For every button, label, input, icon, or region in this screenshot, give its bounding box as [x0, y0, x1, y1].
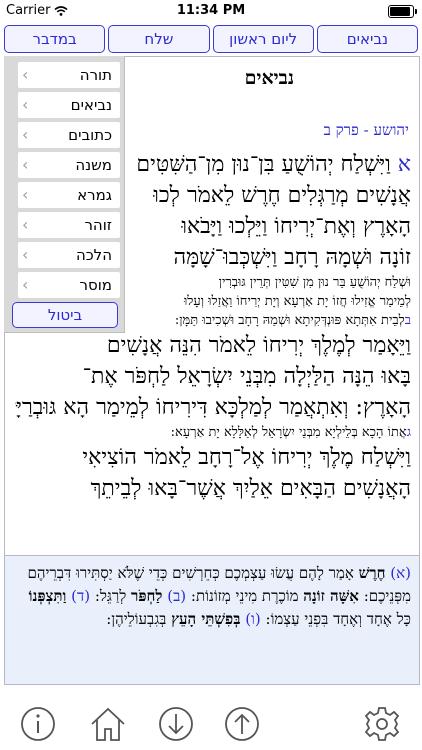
- menu-item[interactable]: ‹ נביאים: [18, 92, 120, 118]
- chapter-heading: יהושע - פרק ב: [323, 121, 409, 139]
- menu-item[interactable]: ‹ גמרא: [18, 182, 120, 208]
- menu-item[interactable]: ‹ זוהר: [18, 212, 120, 238]
- commentary-panel[interactable]: (א) חֶרֶשׁ אָמַר לָהֶם עֲשׂוּ עַצְמְכֶם …: [4, 555, 420, 685]
- verse-text: לְמֵימַר אֱזִילוּ חֲזוֹ יָת אַרְעָא וְיָ…: [183, 294, 411, 309]
- arrow-down-icon[interactable]: [156, 704, 196, 744]
- chevron-left-icon: ‹: [22, 155, 29, 174]
- menu-item-label: נביאים: [70, 96, 112, 114]
- commentary-text-segment: לְרַגֵּל:: [90, 587, 132, 605]
- text-line: גאֲתוֹ הָכָא בְּלֵילְיָא מִבְּנֵי יִשְׂר…: [15, 423, 411, 442]
- verse-text: וַיֵּאָמַר לְמֶלֶךְ יְרִיחוֹ לֵאמֹר הִנֵ…: [106, 333, 411, 358]
- commentary-text: (א) חֶרֶשׁ אָמַר לָהֶם עֲשׂוּ עַצְמְכֶם …: [5, 556, 419, 631]
- verse-number[interactable]: ב: [405, 313, 411, 328]
- commentary-text-segment: בְּגִבְעוֹלֵיהֶן:: [106, 610, 172, 628]
- commentary-keyword: וַתִּצְפְּנוֹ: [28, 587, 67, 605]
- verse-text: אֲנָשִׁים מְרַגְּלִים חֶרֶשׁ לֵאמֹר לְכו…: [153, 183, 411, 208]
- top-nav: במדבר שלח ליום ראשון נביאים: [4, 25, 418, 53]
- text-line: הָאֲנָשִׁים הַבָּאִים אֵלַיִךְ אֲשֶׁר־בָ…: [15, 473, 411, 504]
- commentary-marker[interactable]: (ו): [240, 610, 261, 628]
- menu-item-label: משנה: [75, 156, 112, 174]
- bottom-toolbar: [0, 700, 422, 750]
- chevron-left-icon: ‹: [22, 275, 29, 294]
- arrow-up-icon[interactable]: [222, 704, 262, 744]
- menu-item[interactable]: ‹ משנה: [18, 152, 120, 178]
- commentary-keyword: בְּפִשְׁתֵּי הָעֵץ: [171, 610, 241, 628]
- menu-item-label: זוהר: [84, 216, 112, 234]
- nav-button-bamidbar[interactable]: במדבר: [4, 25, 106, 53]
- verse-text: וּשְׁלַח יְהוֹשֻׁעַ בַּר נוּן מִן שִׁטִּ…: [218, 275, 411, 290]
- text-line: וַיִּשְׁלַח מֶלֶךְ יְרִיחוֹ אֶל־רָחָב לֵ…: [15, 442, 411, 473]
- text-line: הָאָרֶץ: וְאִתְאֲמַר לְמַלְכָּא דִּירִיח…: [15, 392, 411, 423]
- chevron-left-icon: ‹: [22, 125, 29, 144]
- verse-text: וַיִּשְׁלַח יְהוֹשֻׁעַ בִּן־נוּן מִן־הַש…: [136, 152, 398, 177]
- verse-text: הָאֲנָשִׁים הַבָּאִים אֵלַיִךְ אֲשֶׁר־בָ…: [90, 476, 411, 501]
- text-line: בָּאוּ הֵנָּה הַלַּיְלָה מִבְּנֵי יִשְׂר…: [15, 361, 411, 392]
- commentary-marker[interactable]: (ד): [66, 587, 90, 605]
- menu-item-label: הלכה: [75, 246, 112, 264]
- commentary-keyword: אִשָּׁה זוֹנָה: [303, 587, 359, 605]
- verse-text: זוֹנָה וּשְׁמָהּ רָחָב וַיִּשְׁכְּבוּ־שָ…: [173, 245, 411, 270]
- verse-text: לְבֵית אִתְּתָא פּוּנְדְּקִיתָא וּשְׁמַה…: [174, 313, 405, 328]
- chevron-left-icon: ‹: [22, 95, 29, 114]
- menu-item[interactable]: ‹ כתובים: [18, 122, 120, 148]
- verse-text: בָּאוּ הֵנָּה הַלַּיְלָה מִבְּנֵי יִשְׂר…: [82, 364, 411, 389]
- nav-button-neviim[interactable]: נביאים: [316, 25, 418, 53]
- nav-button-shelach[interactable]: שלח: [108, 25, 210, 53]
- commentary-text-segment: מוֹכֶרֶת מִינֵי מְזוֹנוֹת:: [186, 587, 304, 605]
- home-icon[interactable]: [88, 704, 128, 744]
- status-time: 11:34 PM: [176, 3, 246, 18]
- menu-item-label: כתובים: [68, 126, 112, 144]
- status-bar: Carrier 11:34 PM: [0, 0, 422, 22]
- menu-item-label: מוסר: [79, 276, 112, 294]
- chevron-left-icon: ‹: [22, 215, 29, 234]
- verse-text: וַיִּשְׁלַח מֶלֶךְ יְרִיחוֹ אֶל־רָחָב לֵ…: [82, 445, 411, 470]
- cancel-button[interactable]: ביטול: [12, 302, 118, 328]
- chevron-left-icon: ‹: [22, 65, 29, 84]
- menu-item[interactable]: ‹ הלכה: [18, 242, 120, 268]
- text-line: וַיֵּאָמַר לְמֶלֶךְ יְרִיחוֹ לֵאמֹר הִנֵ…: [15, 330, 411, 361]
- commentary-marker[interactable]: (א): [386, 564, 411, 582]
- nav-button-day[interactable]: ליום ראשון: [212, 25, 314, 53]
- commentary-text-segment: כָּל אֶחָד וְאֶחָד בִּפְנֵי עַצְמוֹ:: [260, 610, 411, 628]
- menu-item[interactable]: ‹ מוסר: [18, 272, 120, 298]
- verse-text: אֲתוֹ הָכָא בְּלֵילְיָא מִבְּנֵי יִשְׂרָ…: [170, 425, 407, 440]
- chevron-left-icon: ‹: [22, 185, 29, 204]
- battery-icon: [388, 5, 417, 18]
- verse-text: הָאָרֶץ וְאֶת־יְרִיחוֹ וַיֵּלְכוּ וַיָּב…: [181, 214, 411, 239]
- book-title: נביאים: [244, 67, 294, 89]
- verse-number[interactable]: ג: [407, 425, 411, 440]
- menu-item-label: גמרא: [77, 186, 112, 204]
- menu-item[interactable]: ‹ תורה: [18, 62, 120, 88]
- menu-item-label: תורה: [79, 66, 112, 84]
- commentary-keyword: לַחְפֹּר: [131, 587, 163, 605]
- commentary-marker[interactable]: (ב): [162, 587, 186, 605]
- category-menu: ביטול ‹ תורה ‹ נביאים ‹ כתובים ‹ משנה ‹ גמרא ‹ זוהר…: [4, 56, 125, 333]
- info-icon[interactable]: [18, 704, 58, 744]
- verse-number[interactable]: א: [398, 152, 411, 177]
- commentary-keyword: חֶרֶשׁ: [358, 564, 386, 582]
- chevron-left-icon: ‹: [22, 245, 29, 264]
- verse-text: הָאָרֶץ: וְאִתְאֲמַר לְמַלְכָּא דִּירִיח…: [15, 395, 411, 420]
- settings-gear-icon[interactable]: [362, 704, 402, 744]
